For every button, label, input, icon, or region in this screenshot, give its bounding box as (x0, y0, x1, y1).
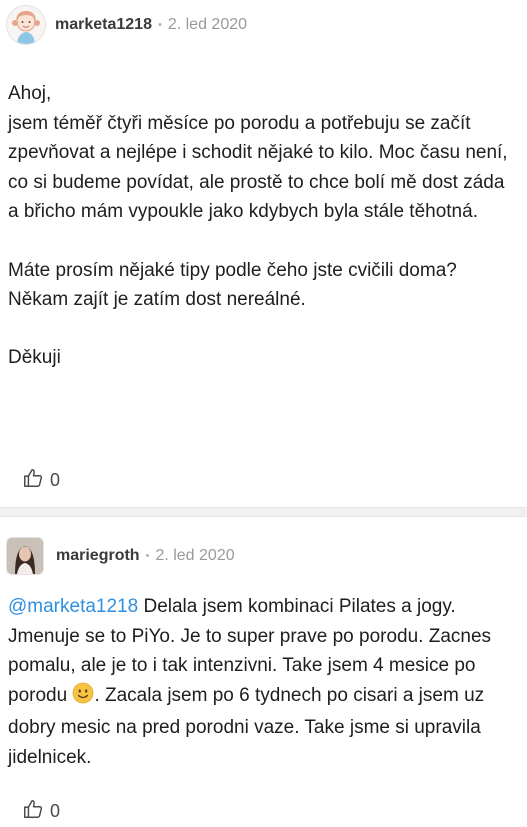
avatar[interactable] (6, 537, 44, 575)
thumbs-up-icon (22, 798, 44, 825)
like-count: 0 (50, 470, 61, 490)
avatar[interactable] (6, 5, 46, 45)
user-mention-link[interactable]: @marketa1218 (8, 596, 138, 617)
post-header: mariegroth • 2. led 2020 (0, 532, 527, 580)
post-2: mariegroth • 2. led 2020 @marketa1218 De… (0, 532, 527, 772)
like-button[interactable]: 0 (22, 798, 60, 825)
post-date: 2. led 2020 (167, 16, 248, 33)
thumbs-up-icon (22, 467, 44, 494)
post-paragraph: jsem téměř čtyři měsíce po porodu a potř… (8, 112, 508, 223)
post-1: marketa1218 • 2. led 2020 Ahoj, jsem tém… (0, 0, 527, 372)
post-paragraph: Máte prosím nějaké tipy podle čeho jste … (8, 259, 457, 311)
slightly-smiling-face-icon (72, 682, 94, 714)
post-header: marketa1218 • 2. led 2020 (0, 0, 527, 50)
post-divider (0, 507, 527, 517)
post-date: 2. led 2020 (155, 547, 235, 564)
post-body: @marketa1218 Delala jsem kombinaci Pilat… (0, 592, 527, 772)
like-button[interactable]: 0 (22, 467, 60, 494)
post-paragraph: Ahoj, (8, 83, 52, 104)
like-count: 0 (50, 801, 61, 821)
post-paragraph: @marketa1218 Delala jsem kombinaci Pilat… (8, 592, 519, 772)
meta-separator: • (157, 19, 162, 31)
username[interactable]: marketa1218 (55, 16, 152, 34)
post-paragraph: Děkuji (8, 346, 61, 368)
meta-separator: • (145, 550, 150, 562)
post-body: Ahoj, jsem téměř čtyři měsíce po porodu … (0, 79, 527, 372)
username[interactable]: mariegroth (56, 547, 140, 565)
